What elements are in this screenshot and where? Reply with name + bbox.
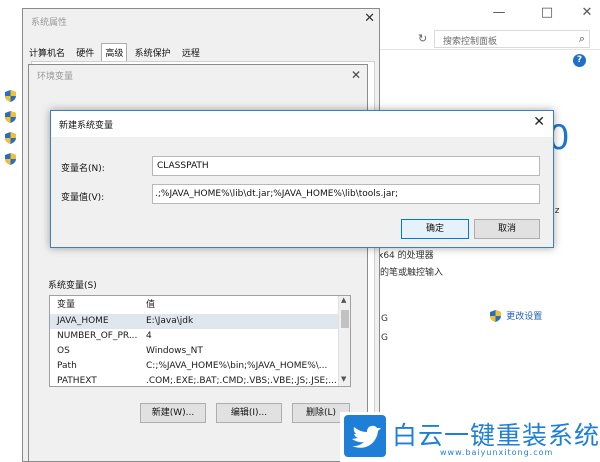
tab-system-protection[interactable]: 系统保护 bbox=[131, 43, 175, 62]
close-icon[interactable]: ✕ bbox=[533, 114, 545, 130]
variable-name: OS bbox=[57, 346, 70, 356]
minimize-icon[interactable]: — bbox=[488, 4, 510, 22]
bird-logo-icon bbox=[344, 415, 386, 457]
shield-icon[interactable] bbox=[5, 111, 16, 123]
variable-value: 4 bbox=[146, 331, 152, 341]
dialog-title: 新建系统变量 bbox=[59, 121, 114, 131]
table-row[interactable]: JAVA_HOME E:\Java\jdk bbox=[50, 314, 340, 329]
close-icon[interactable]: ✕ bbox=[364, 11, 375, 26]
table-row[interactable]: NUMBER_OF_PR... 4 bbox=[50, 329, 340, 344]
change-settings-label: 更改设置 bbox=[506, 312, 543, 322]
search-placeholder: 搜索控制面板 bbox=[443, 37, 498, 47]
search-icon[interactable]: ⌕ bbox=[579, 32, 585, 46]
table-row[interactable]: Path C:;%JAVA_HOME%\bin;%JAVA_HOME%\... bbox=[50, 359, 340, 374]
tab-remote[interactable]: 远程 bbox=[178, 43, 204, 62]
scroll-down-icon[interactable]: ▼ bbox=[341, 375, 346, 383]
variable-name-label: 变量名(N): bbox=[61, 164, 105, 174]
watermark-logo-text: 白云一键重装系统 bbox=[392, 421, 600, 450]
variable-name-input[interactable]: CLASSPATH bbox=[152, 156, 540, 176]
scroll-thumb[interactable] bbox=[341, 310, 349, 328]
help-icon[interactable]: ? bbox=[573, 54, 586, 67]
shield-icon bbox=[490, 310, 501, 322]
ok-button[interactable]: 确定 bbox=[401, 219, 469, 239]
workgroup-text: G bbox=[381, 333, 388, 343]
variable-value: .COM;.EXE;.BAT;.CMD;.VBS;.VBE;.JS;.JSE;.… bbox=[146, 376, 337, 386]
column-header-value: 值 bbox=[146, 300, 156, 310]
variable-name: Path bbox=[57, 361, 77, 371]
left-nav-icons bbox=[5, 90, 16, 174]
refresh-icon[interactable]: ↻ bbox=[418, 32, 427, 45]
pen-touch-text: 的笔或触控输入 bbox=[380, 268, 444, 278]
table-row[interactable]: PATHEXT .COM;.EXE;.BAT;.CMD;.VBS;.VBE;.J… bbox=[50, 374, 340, 386]
tab-strip: 计算机名 硬件 高级 系统保护 远程 bbox=[25, 43, 204, 61]
close-icon[interactable]: ✕ bbox=[351, 68, 361, 82]
variable-value-input[interactable]: .;%JAVA_HOME%\lib\dt.jar;%JAVA_HOME%\lib… bbox=[152, 184, 540, 204]
close-icon[interactable]: ✕ bbox=[576, 4, 598, 22]
variable-name: PATHEXT bbox=[57, 376, 97, 386]
variable-name: NUMBER_OF_PR... bbox=[57, 331, 138, 341]
scroll-up-icon[interactable]: ▲ bbox=[341, 296, 346, 304]
shield-icon[interactable] bbox=[5, 153, 16, 165]
control-panel-titlebar: — □ ✕ bbox=[380, 0, 600, 26]
new-system-variable-dialog: 新建系统变量 ✕ 变量名(N): CLASSPATH 变量值(V): .;%JA… bbox=[50, 110, 554, 248]
vertical-scrollbar[interactable]: ▲ ▼ bbox=[338, 296, 350, 386]
watermark: 白云一键重装系统 www.baiyunxitong.com bbox=[340, 412, 600, 462]
change-settings-link[interactable]: 更改设置 bbox=[490, 309, 542, 322]
column-header-variable: 变量 bbox=[57, 300, 76, 310]
dialog-titlebar: 新建系统变量 ✕ bbox=[51, 111, 553, 137]
environment-variables-title: 环境变量 bbox=[37, 72, 74, 82]
edit-variable-button[interactable]: 编辑(I)... bbox=[216, 403, 282, 423]
system-type-text: x64 的处理器 bbox=[378, 251, 434, 261]
variable-value: C:;%JAVA_HOME%\bin;%JAVA_HOME%\... bbox=[146, 361, 328, 371]
system-variables-label: 系统变量(S) bbox=[48, 281, 97, 291]
system-variables-table[interactable]: 变量 值 JAVA_HOME E:\Java\jdk NUMBER_OF_PR.… bbox=[49, 295, 351, 387]
shield-icon[interactable] bbox=[5, 90, 16, 102]
tab-hardware[interactable]: 硬件 bbox=[72, 43, 98, 62]
variable-value: Windows_NT bbox=[146, 346, 203, 356]
search-box[interactable]: 搜索控制面板 ⌕ bbox=[434, 30, 590, 48]
table-header: 变量 值 bbox=[50, 298, 340, 313]
tab-computer-name[interactable]: 计算机名 bbox=[25, 43, 69, 62]
maximize-icon[interactable]: □ bbox=[536, 4, 558, 22]
computer-name-text: G bbox=[381, 314, 388, 324]
tab-advanced[interactable]: 高级 bbox=[101, 43, 128, 61]
variable-value-label: 变量值(V): bbox=[61, 193, 105, 203]
cancel-button[interactable]: 取消 bbox=[474, 219, 540, 239]
shield-icon[interactable] bbox=[5, 132, 16, 144]
table-row[interactable]: OS Windows_NT bbox=[50, 344, 340, 359]
watermark-url: www.baiyunxitong.com bbox=[440, 448, 554, 457]
system-properties-title: 系统属性 bbox=[31, 18, 68, 28]
variable-name: JAVA_HOME bbox=[57, 316, 109, 326]
new-variable-button[interactable]: 新建(W)... bbox=[140, 403, 206, 423]
variable-value: E:\Java\jdk bbox=[146, 316, 194, 326]
